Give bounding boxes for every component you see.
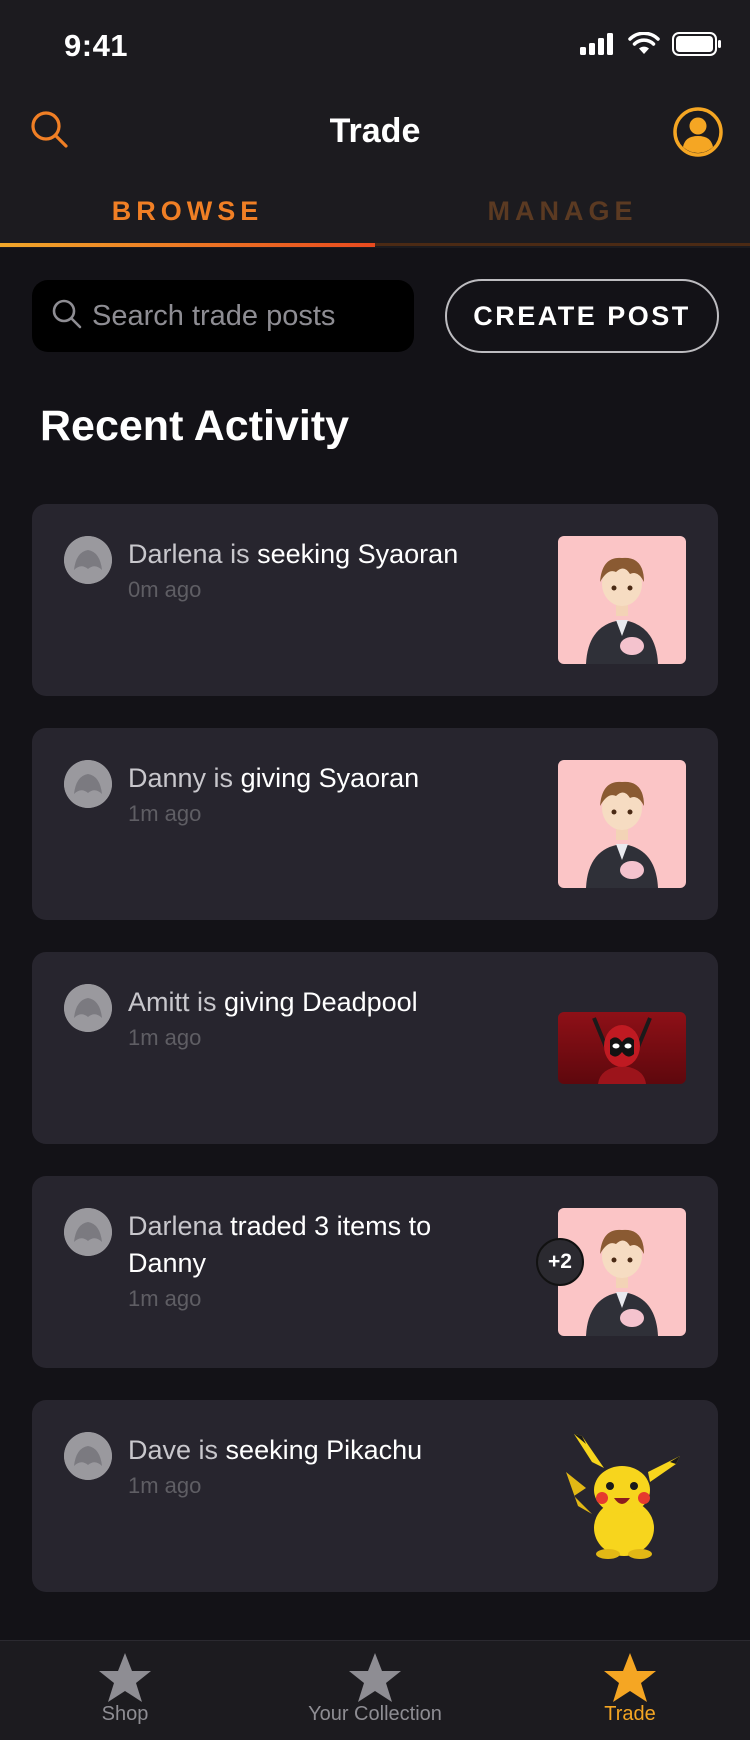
wifi-icon — [628, 32, 660, 54]
star-icon — [99, 1653, 151, 1702]
activity-action: giving Deadpool — [224, 987, 418, 1017]
status-bar: 9:41 — [0, 0, 750, 90]
activity-user: Darlena — [128, 1211, 223, 1241]
item-thumbnail — [552, 1432, 692, 1560]
avatar-icon — [64, 984, 112, 1032]
segment-tabs: BROWSE MANAGE — [0, 188, 750, 248]
app-header: 9:41 Trade BROWSE MANAGE — [0, 0, 750, 248]
activity-time: 1m ago — [128, 1025, 202, 1050]
status-icons — [580, 32, 722, 56]
tabbar-item-your-collection[interactable]: Your Collection — [250, 1641, 500, 1740]
activity-time: 1m ago — [128, 801, 202, 826]
deadpool-image — [592, 1017, 652, 1084]
activity-verb: is — [189, 987, 225, 1017]
tabbar-label: Your Collection — [308, 1703, 442, 1725]
avatar — [64, 536, 112, 584]
avatar-icon — [64, 760, 112, 808]
tab-browse[interactable]: BROWSE — [0, 196, 375, 227]
search-input[interactable] — [92, 280, 402, 352]
battery-icon — [672, 32, 721, 56]
pikachu-image — [566, 1434, 680, 1559]
activity-text: Danny is giving Syaoran 1m ago — [128, 760, 508, 828]
section-title: Recent Activity — [40, 402, 350, 450]
activity-text: Amitt is giving Deadpool 1m ago — [128, 984, 508, 1052]
bottom-tab-bar: Shop Your Collection Trade — [0, 1640, 750, 1740]
activity-time: 1m ago — [128, 1473, 202, 1498]
profile-button[interactable] — [672, 106, 724, 158]
star-icon — [604, 1653, 656, 1702]
status-time: 9:41 — [64, 28, 129, 63]
activity-card[interactable]: Dave is seeking Pikachu 1m ago — [32, 1400, 718, 1592]
avatar — [64, 760, 112, 808]
avatar-icon — [64, 536, 112, 584]
activity-time: 0m ago — [128, 577, 202, 602]
signal-icon — [580, 33, 613, 55]
avatar — [64, 984, 112, 1032]
activity-action: seeking Syaoran — [257, 539, 459, 569]
activity-user: Amitt — [128, 987, 190, 1017]
star-icon — [349, 1653, 401, 1702]
activity-user: Dave — [128, 1435, 192, 1465]
tabbar-label: Trade — [604, 1703, 656, 1725]
activity-time: 1m ago — [128, 1286, 202, 1311]
activity-card[interactable]: Darlena is seeking Syaoran 0m ago — [32, 504, 718, 696]
avatar — [64, 1208, 112, 1256]
avatar-icon — [64, 1208, 112, 1256]
avatar — [64, 1432, 112, 1480]
activity-text: Darlena is seeking Syaoran 0m ago — [128, 536, 508, 604]
activity-action: giving Syaoran — [240, 763, 420, 793]
activity-card[interactable]: Amitt is giving Deadpool 1m ago — [32, 952, 718, 1144]
activity-card[interactable]: Darlena traded 3 items to Danny 1m ago +… — [32, 1176, 718, 1368]
activity-text: Darlena traded 3 items to Danny 1m ago — [128, 1208, 508, 1313]
create-post-button[interactable]: CREATE POST — [445, 279, 719, 353]
search-field[interactable] — [32, 280, 414, 352]
tab-active-indicator — [0, 243, 375, 247]
search-icon — [52, 299, 82, 329]
more-items-badge: +2 — [536, 1238, 584, 1286]
item-thumbnail — [558, 536, 686, 664]
tab-manage[interactable]: MANAGE — [375, 196, 750, 227]
item-thumbnail — [558, 1012, 686, 1084]
activity-verb — [223, 1211, 231, 1241]
activity-verb: is — [206, 763, 241, 793]
tabbar-item-trade[interactable]: Trade — [505, 1641, 750, 1740]
tabbar-item-shop[interactable]: Shop — [0, 1641, 250, 1740]
tabbar-label: Shop — [101, 1703, 149, 1725]
syaoran-image — [586, 781, 658, 888]
activity-user: Danny — [128, 763, 207, 793]
activity-verb: is — [222, 539, 258, 569]
user-icon — [673, 107, 723, 157]
activity-card[interactable]: Danny is giving Syaoran 1m ago — [32, 728, 718, 920]
activity-verb: is — [191, 1435, 226, 1465]
activity-text: Dave is seeking Pikachu 1m ago — [128, 1432, 508, 1500]
syaoran-image — [586, 557, 658, 664]
activity-user: Darlena — [128, 539, 223, 569]
item-thumbnail — [558, 760, 686, 888]
activity-action: seeking Pikachu — [225, 1435, 423, 1465]
page-title: Trade — [329, 112, 421, 150]
tab-inactive-indicator — [375, 243, 750, 246]
avatar-icon — [64, 1432, 112, 1480]
